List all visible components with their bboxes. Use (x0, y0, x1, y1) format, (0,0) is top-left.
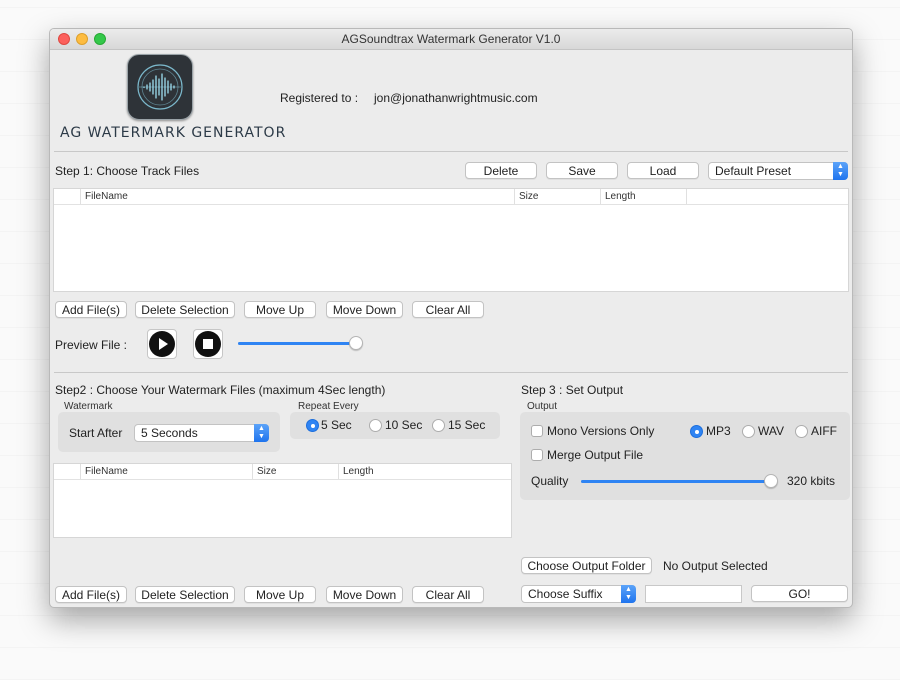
registered-email: jon@jonathanwrightmusic.com (374, 91, 538, 105)
track-move-up-button[interactable]: Move Up (244, 301, 316, 318)
watermark-move-down-button[interactable]: Move Down (326, 586, 403, 603)
start-after-value: 5 Seconds (141, 426, 198, 440)
start-after-label: Start After (69, 426, 123, 440)
repeat-10-radio[interactable] (369, 419, 382, 432)
add-watermark-files-button[interactable]: Add File(s) (55, 586, 127, 603)
step1-title: Step 1: Choose Track Files (55, 164, 200, 178)
repeat-5-label: 5 Sec (321, 418, 352, 432)
column-header-length[interactable]: Length (338, 464, 511, 479)
format-wav-label: WAV (758, 424, 784, 438)
table-header: FileName Size Length (54, 464, 511, 480)
watermark-group-label: Watermark (64, 401, 113, 412)
choose-suffix-value: Choose Suffix (528, 587, 603, 601)
app-window: AGSoundtrax Watermark Generator V1.0 AG … (49, 28, 853, 608)
output-status: No Output Selected (663, 559, 768, 573)
merge-output-checkbox[interactable] (531, 449, 543, 461)
chevron-updown-icon: ▲ ▼ (833, 162, 848, 180)
quality-label: Quality (531, 474, 569, 488)
step2-title: Step2 : Choose Your Watermark Files (max… (55, 383, 386, 397)
merge-output-label: Merge Output File (547, 448, 644, 462)
watermark-move-up-button[interactable]: Move Up (244, 586, 316, 603)
start-after-select[interactable]: 5 Seconds ▲ ▼ (134, 424, 269, 442)
quality-slider-knob[interactable] (764, 474, 778, 488)
column-header-empty (686, 189, 848, 204)
save-preset-button[interactable]: Save (546, 162, 618, 179)
column-header-filename[interactable]: FileName (80, 189, 514, 204)
chevron-updown-icon: ▲ ▼ (621, 585, 636, 603)
choose-output-folder-button[interactable]: Choose Output Folder (521, 557, 652, 574)
suffix-input[interactable] (645, 585, 742, 603)
track-move-down-button[interactable]: Move Down (326, 301, 403, 318)
column-header-filename[interactable]: FileName (80, 464, 252, 479)
table-header: FileName Size Length (54, 189, 848, 205)
chevron-updown-icon: ▲ ▼ (254, 424, 269, 442)
add-track-files-button[interactable]: Add File(s) (55, 301, 127, 318)
mono-versions-label: Mono Versions Only (547, 424, 655, 438)
preset-select-value: Default Preset (715, 164, 792, 178)
repeat-15-label: 15 Sec (448, 418, 486, 432)
logo-title: AG WATERMARK GENERATOR (60, 125, 287, 141)
output-group-label: Output (527, 401, 558, 412)
waveform-logo-icon (127, 54, 193, 120)
watermark-clear-all-button[interactable]: Clear All (412, 586, 484, 603)
format-mp3-label: MP3 (706, 424, 731, 438)
column-header-size[interactable]: Size (252, 464, 338, 479)
divider (54, 372, 848, 373)
preset-select[interactable]: Default Preset ▲ ▼ (708, 162, 848, 180)
column-header-length[interactable]: Length (600, 189, 686, 204)
watermark-group: Start After 5 Seconds ▲ ▼ (58, 412, 280, 452)
preview-slider-knob[interactable] (348, 336, 363, 350)
play-icon (149, 331, 175, 357)
format-wav-radio[interactable] (742, 425, 755, 438)
title-bar: AGSoundtrax Watermark Generator V1.0 (50, 29, 852, 50)
preview-file-label: Preview File : (55, 338, 128, 352)
go-button[interactable]: GO! (751, 585, 848, 602)
minimize-window-light[interactable] (76, 33, 88, 45)
repeat-every-group: 5 Sec 10 Sec 15 Sec (290, 412, 500, 439)
repeat-15-radio[interactable] (432, 419, 445, 432)
track-clear-all-button[interactable]: Clear All (412, 301, 484, 318)
output-group: Mono Versions Only Merge Output File MP3… (520, 412, 850, 500)
repeat-group-label: Repeat Every (298, 401, 359, 412)
choose-suffix-select[interactable]: Choose Suffix ▲ ▼ (521, 585, 636, 603)
delete-track-selection-button[interactable]: Delete Selection (135, 301, 235, 318)
zoom-window-light[interactable] (94, 33, 106, 45)
stop-button[interactable] (193, 329, 223, 359)
close-window-light[interactable] (58, 33, 70, 45)
format-mp3-radio[interactable] (690, 425, 703, 438)
repeat-10-label: 10 Sec (385, 418, 423, 432)
column-header-size[interactable]: Size (514, 189, 600, 204)
window-title: AGSoundtrax Watermark Generator V1.0 (341, 32, 561, 46)
watermark-files-table[interactable]: FileName Size Length (53, 463, 512, 538)
format-aiff-label: AIFF (811, 424, 837, 438)
mono-versions-checkbox[interactable] (531, 425, 543, 437)
divider (54, 151, 848, 152)
quality-slider-fill (581, 480, 771, 483)
format-aiff-radio[interactable] (795, 425, 808, 438)
delete-watermark-selection-button[interactable]: Delete Selection (135, 586, 235, 603)
delete-preset-button[interactable]: Delete (465, 162, 537, 179)
preview-slider[interactable] (238, 336, 363, 350)
quality-value: 320 kbits (787, 474, 836, 488)
load-preset-button[interactable]: Load (627, 162, 699, 179)
play-button[interactable] (147, 329, 177, 359)
registered-label: Registered to : (280, 91, 359, 105)
quality-slider[interactable] (581, 474, 778, 488)
stop-icon (195, 331, 221, 357)
preview-slider-fill (238, 342, 356, 345)
repeat-5-radio[interactable] (306, 419, 319, 432)
track-files-table[interactable]: FileName Size Length (53, 188, 849, 292)
step3-title: Step 3 : Set Output (521, 383, 624, 397)
